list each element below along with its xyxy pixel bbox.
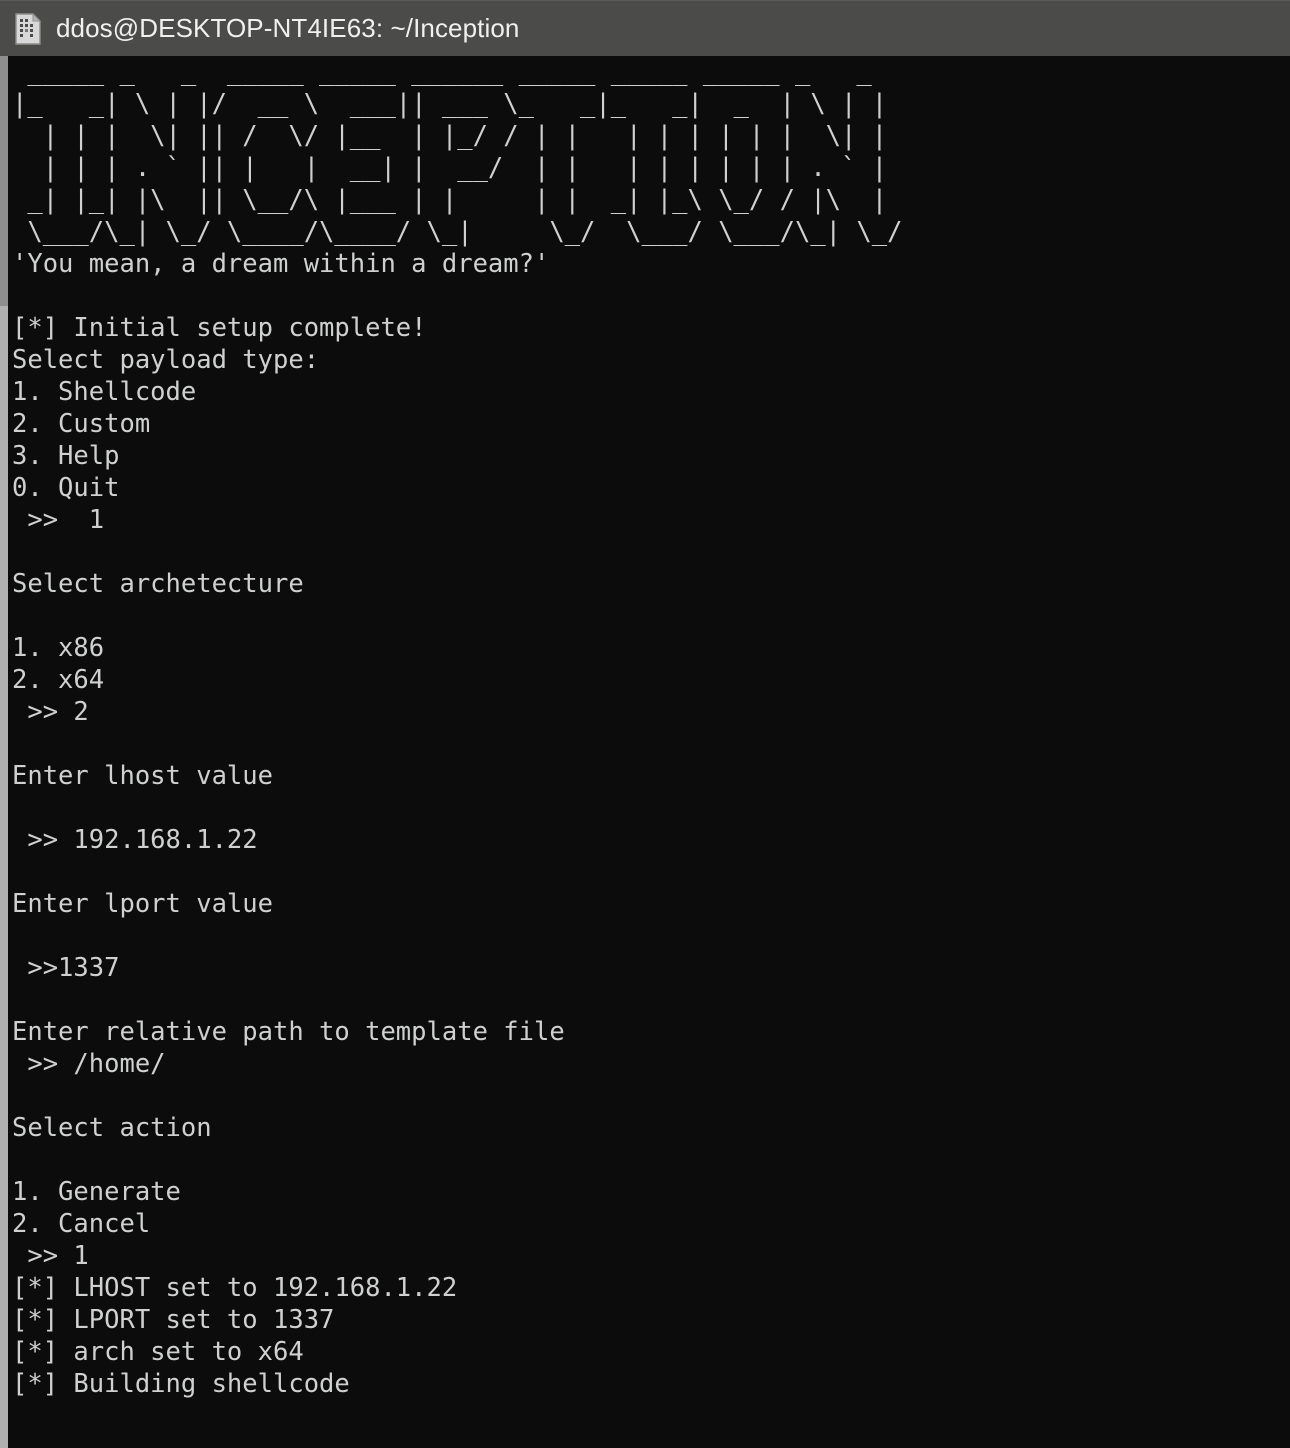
terminal-line bbox=[12, 600, 1290, 632]
terminal-line bbox=[12, 792, 1290, 824]
terminal-line bbox=[12, 536, 1290, 568]
window-titlebar[interactable]: ddos@DESKTOP-NT4IE63: ~/Inception bbox=[0, 0, 1290, 56]
terminal-line: 0. Quit bbox=[12, 473, 120, 503]
terminal-screen[interactable]: _____ _ _ _____ _____ ______ _____ _____… bbox=[8, 56, 1290, 1448]
scrollbar-trough[interactable] bbox=[0, 306, 8, 1448]
terminal-line bbox=[12, 984, 1290, 1016]
terminal-line: [*] LPORT set to 1337 bbox=[12, 1305, 335, 1335]
scrollbar-thumb[interactable] bbox=[0, 56, 8, 306]
terminal-window: ddos@DESKTOP-NT4IE63: ~/Inception _____ … bbox=[0, 0, 1290, 1448]
terminal-line: 2. x64 bbox=[12, 665, 105, 695]
terminal-line: >> 192.168.1.22 bbox=[12, 825, 258, 855]
terminal-line: [*] Building shellcode bbox=[12, 1369, 350, 1399]
ascii-art-banner: _____ _ _ _____ _____ ______ _____ _____… bbox=[12, 57, 903, 247]
terminal-line bbox=[12, 856, 1290, 888]
terminal-line: 1. x86 bbox=[12, 633, 105, 663]
terminal-line: 1. Generate bbox=[12, 1177, 181, 1207]
terminal-line bbox=[12, 920, 1290, 952]
terminal-line: 2. Custom bbox=[12, 409, 151, 439]
terminal-line: [*] Initial setup complete! bbox=[12, 313, 427, 343]
terminal-line: Enter lport value bbox=[12, 889, 273, 919]
terminal-line bbox=[12, 280, 1290, 312]
terminal-line: Enter lhost value bbox=[12, 761, 273, 791]
terminal-line: Select archetecture bbox=[12, 569, 304, 599]
terminal-line bbox=[12, 1144, 1290, 1176]
terminal-line: Select action bbox=[12, 1113, 212, 1143]
terminal-line: 2. Cancel bbox=[12, 1209, 151, 1239]
window-title: ddos@DESKTOP-NT4IE63: ~/Inception bbox=[56, 13, 520, 43]
terminal-line: 'You mean, a dream within a dream?' bbox=[12, 249, 550, 279]
terminal-area: _____ _ _ _____ _____ ______ _____ _____… bbox=[0, 56, 1290, 1448]
terminal-line: >>1337 bbox=[12, 953, 120, 983]
vertical-scrollbar[interactable] bbox=[0, 56, 8, 1448]
terminal-line: >> 1 bbox=[12, 1241, 89, 1271]
terminal-line: Select payload type: bbox=[12, 345, 320, 375]
terminal-line: 3. Help bbox=[12, 441, 120, 471]
terminal-line: Enter relative path to template file bbox=[12, 1017, 565, 1047]
terminal-line bbox=[12, 728, 1290, 760]
terminal-line: [*] arch set to x64 bbox=[12, 1337, 304, 1367]
terminal-line: >> /home/ bbox=[12, 1049, 166, 1079]
terminal-line: [*] LHOST set to 192.168.1.22 bbox=[12, 1273, 458, 1303]
terminal-output: 'You mean, a dream within a dream?' [*] … bbox=[12, 248, 1290, 1400]
terminal-line bbox=[12, 1080, 1290, 1112]
file-document-icon bbox=[15, 12, 42, 45]
terminal-line: >> 1 bbox=[12, 505, 105, 535]
terminal-line: >> 2 bbox=[12, 697, 89, 727]
terminal-line: 1. Shellcode bbox=[12, 377, 197, 407]
